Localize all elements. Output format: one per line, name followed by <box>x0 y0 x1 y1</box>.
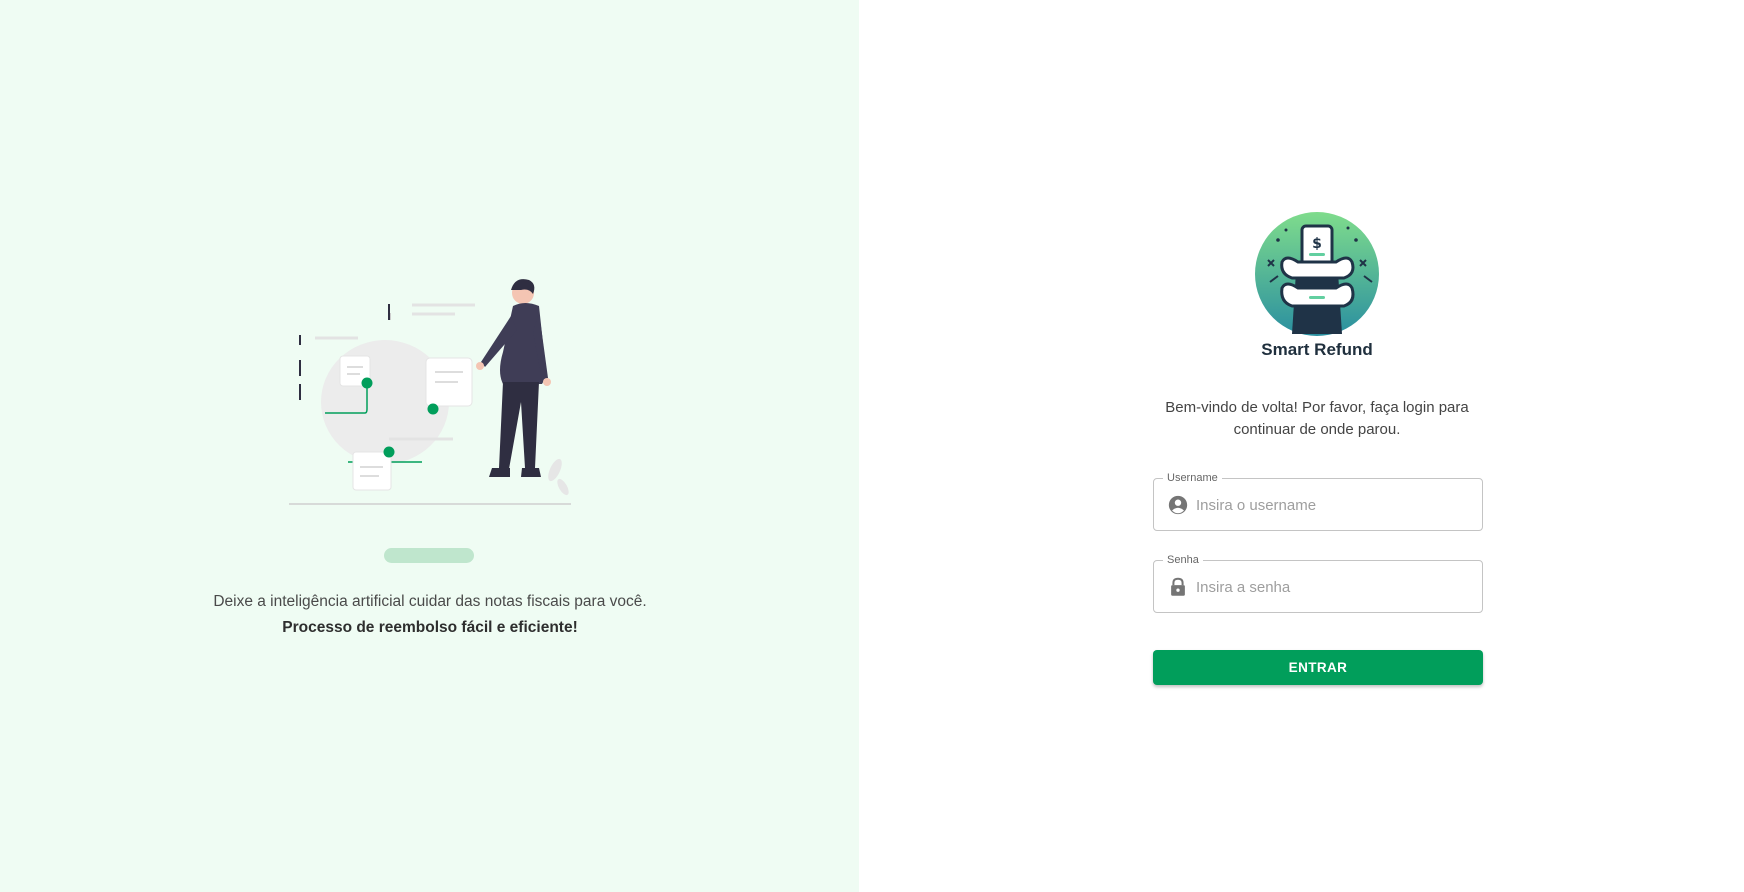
username-input[interactable] <box>1196 487 1471 523</box>
hero-tagline-strong: Processo de reembolso fácil e eficiente! <box>282 619 578 636</box>
welcome-message: Bem-vindo de volta! Por favor, faça logi… <box>1165 399 1469 438</box>
password-field: Senha <box>1153 553 1483 613</box>
login-panel: $ Smart Refund Bem-vindo de volta! Por f… <box>859 0 1744 892</box>
refund-receipt-logo: $ <box>1255 212 1379 336</box>
brand-name: Smart Refund <box>1261 340 1373 359</box>
person-with-documents-illustration <box>289 279 571 505</box>
password-label: Senha <box>1163 553 1203 567</box>
login-button[interactable]: ENTRAR <box>1153 650 1483 685</box>
login-page: Deixe a inteligência artificial cuidar d… <box>0 0 1744 892</box>
password-input[interactable] <box>1196 569 1471 605</box>
username-label: Username <box>1163 471 1222 485</box>
lock-icon <box>1171 577 1185 596</box>
svg-text:$: $ <box>1312 236 1322 252</box>
carousel-indicator[interactable] <box>384 548 474 563</box>
user-circle-icon <box>1168 495 1188 515</box>
hero-tagline: Deixe a inteligência artificial cuidar d… <box>213 593 647 610</box>
hero-panel: Deixe a inteligência artificial cuidar d… <box>0 0 859 892</box>
username-field: Username <box>1153 471 1483 531</box>
